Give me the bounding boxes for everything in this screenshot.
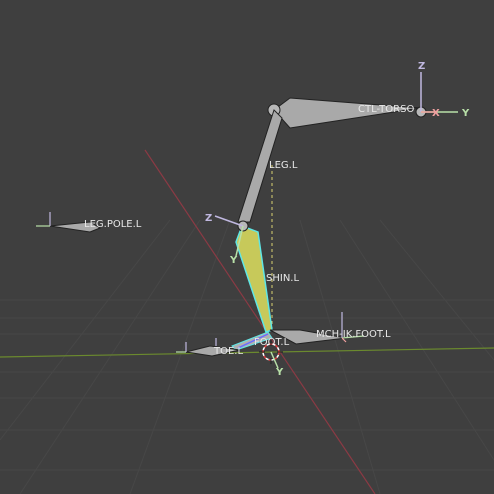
bone-label-shin: SHIN.L — [266, 273, 299, 284]
torso-gizmo-x-label: X — [432, 108, 440, 119]
bone-label-ctl-torso: CTL-TORSO — [358, 104, 414, 115]
3d-viewport[interactable]: Z X Y CTL-TORSO LEG.L LEG.POLE.L Z Y SHI… — [0, 0, 494, 494]
torso-gizmo-z-label: Z — [418, 61, 425, 72]
shin-gizmo-y-label: Y — [229, 255, 238, 266]
bone-label-mch-ik-foot: MCH-IK.FOOT.L — [316, 329, 391, 340]
viewport-canvas[interactable]: Z X Y CTL-TORSO LEG.L LEG.POLE.L Z Y SHI… — [0, 0, 494, 494]
bone-label-leg-pole: LEG.POLE.L — [84, 219, 142, 230]
torso-gizmo-y-label: Y — [461, 108, 470, 119]
bone-label-toe: TOE.L — [213, 346, 243, 357]
bone-label-foot: FOOT.L — [254, 337, 290, 348]
bone-label-leg: LEG.L — [269, 160, 298, 171]
shin-gizmo-z-label: Z — [205, 213, 212, 224]
foot-gizmo-y-label: Y — [275, 367, 284, 378]
